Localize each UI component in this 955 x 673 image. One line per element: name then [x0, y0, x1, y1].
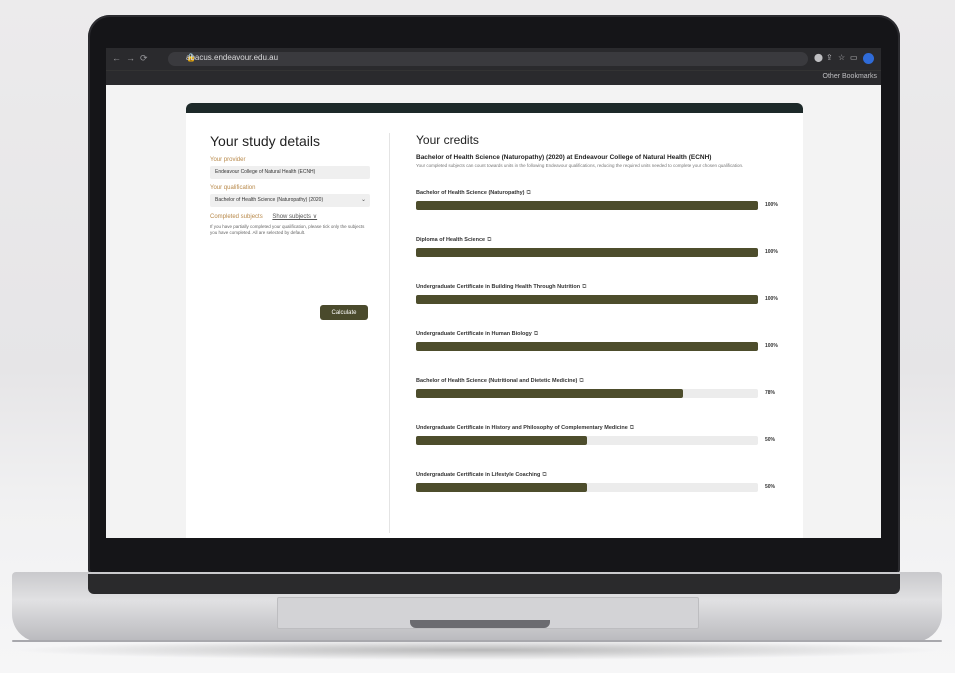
star-icon[interactable]: ☆ — [838, 53, 845, 62]
keyboard-strip — [88, 574, 900, 594]
progress-fill — [416, 435, 587, 445]
course-description: Your completed subjects can count toward… — [416, 163, 744, 168]
help-text: If you have partially completed your qua… — [210, 224, 365, 235]
progress-percent: 50% — [765, 436, 776, 443]
credit-name[interactable]: Undergraduate Certificate in Building He… — [416, 284, 580, 290]
other-bookmarks[interactable]: Other Bookmarks — [823, 73, 877, 80]
study-details-title: Your study details — [210, 133, 320, 149]
progress-fill — [416, 294, 758, 304]
completed-subjects-label: Completed subjects — [210, 214, 263, 220]
progress-track — [416, 294, 758, 304]
progress-percent: 50% — [765, 483, 776, 490]
progress-track — [416, 388, 758, 398]
credit-name[interactable]: Undergraduate Certificate in Lifestyle C… — [416, 472, 540, 478]
progress-fill — [416, 341, 758, 351]
browser-toolbar: ← → ⟳ 🔒 abacus.endeavour.edu.au ⬤ ⇪ ☆ ▭ — [106, 48, 881, 70]
progress-fill — [416, 247, 758, 257]
progress-track — [416, 435, 758, 445]
credit-name[interactable]: Undergraduate Certificate in History and… — [416, 425, 628, 431]
credit-item: Undergraduate Certificate in History and… — [416, 416, 786, 463]
progress-percent: 100% — [765, 201, 778, 208]
credit-item: Undergraduate Certificate in Building He… — [416, 275, 786, 322]
credit-item: Undergraduate Certificate in Human Biolo… — [416, 322, 786, 369]
course-title: Bachelor of Health Science (Naturopathy)… — [416, 154, 712, 161]
panel-divider — [389, 133, 390, 533]
external-link-icon[interactable]: ⧉ — [630, 425, 634, 431]
external-link-icon[interactable]: ⧉ — [487, 237, 491, 243]
credits-panel: Your credits Bachelor of Health Science … — [416, 133, 786, 510]
provider-label: Your provider — [210, 157, 246, 163]
forward-icon[interactable]: → — [126, 53, 135, 63]
calculate-button[interactable]: Calculate — [320, 305, 368, 320]
qualification-select[interactable]: Bachelor of Health Science (Naturopathy)… — [210, 194, 370, 207]
study-details-panel: Your study details Your provider Endeavo… — [210, 133, 370, 320]
bookmarks-bar: Other Bookmarks — [106, 70, 881, 85]
progress-fill — [416, 200, 758, 210]
external-link-icon[interactable]: ⧉ — [534, 331, 538, 337]
card-header-bar — [186, 103, 803, 113]
progress-track — [416, 247, 758, 257]
progress-percent: 100% — [765, 248, 778, 255]
progress-percent: 100% — [765, 295, 778, 302]
credit-item: Undergraduate Certificate in Lifestyle C… — [416, 463, 786, 510]
base-notch — [410, 620, 550, 628]
provider-value: Endeavour College of Natural Health (ECN… — [215, 169, 316, 175]
progress-fill — [416, 388, 683, 398]
progress-percent: 78% — [765, 389, 776, 396]
progress-track — [416, 200, 758, 210]
credit-item: Bachelor of Health Science (Naturopathy)… — [416, 181, 786, 228]
laptop-screen: ← → ⟳ 🔒 abacus.endeavour.edu.au ⬤ ⇪ ☆ ▭ … — [106, 48, 881, 538]
credit-name[interactable]: Bachelor of Health Science (Nutritional … — [416, 378, 577, 384]
show-subjects-link[interactable]: Show subjects ∨ — [272, 214, 317, 220]
external-link-icon[interactable]: ⧉ — [579, 378, 583, 384]
share-icon[interactable]: ⇪ — [826, 53, 833, 62]
chevron-down-icon: ⌄ — [360, 197, 366, 203]
reload-icon[interactable]: ⟳ — [140, 53, 148, 64]
provider-field[interactable]: Endeavour College of Natural Health (ECN… — [210, 166, 370, 179]
address-bar[interactable]: 🔒 abacus.endeavour.edu.au — [168, 52, 808, 66]
credit-name[interactable]: Diploma of Health Science — [416, 237, 485, 243]
credit-name[interactable]: Undergraduate Certificate in Human Biolo… — [416, 331, 532, 337]
credit-list: Bachelor of Health Science (Naturopathy)… — [416, 181, 786, 510]
progress-track — [416, 341, 758, 351]
external-link-icon[interactable]: ⧉ — [582, 284, 586, 290]
back-icon[interactable]: ← — [112, 53, 121, 63]
page-card: Your study details Your provider Endeavo… — [186, 103, 803, 538]
url-text: abacus.endeavour.edu.au — [186, 53, 279, 62]
credit-item: Diploma of Health Science⧉ Show possible… — [416, 228, 786, 275]
external-link-icon[interactable]: ⧉ — [542, 472, 546, 478]
external-link-icon[interactable]: ⧉ — [527, 190, 531, 196]
credits-title: Your credits — [416, 133, 479, 147]
credit-name[interactable]: Bachelor of Health Science (Naturopathy) — [416, 190, 525, 196]
completed-subjects-row: Completed subjects Show subjects ∨ — [210, 213, 370, 220]
sidebar-icon[interactable]: ▭ — [850, 53, 858, 62]
front-edge — [12, 640, 942, 642]
laptop-shadow — [10, 640, 945, 660]
extension-icon[interactable]: ⬤ — [814, 53, 823, 62]
progress-fill — [416, 482, 587, 492]
credit-item: Bachelor of Health Science (Nutritional … — [416, 369, 786, 416]
qualification-label: Your qualification — [210, 185, 256, 191]
profile-avatar[interactable] — [863, 53, 874, 64]
progress-track — [416, 482, 758, 492]
progress-percent: 100% — [765, 342, 778, 349]
qualification-value: Bachelor of Health Science (Naturopathy)… — [215, 197, 324, 203]
